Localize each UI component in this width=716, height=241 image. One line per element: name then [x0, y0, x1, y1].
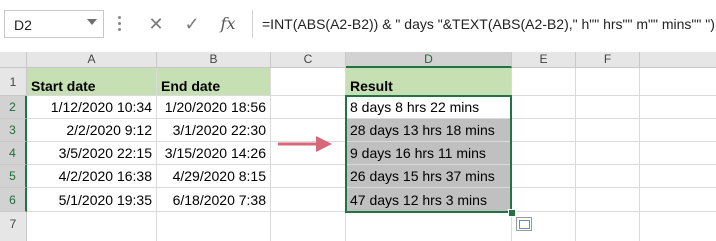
cell-f1[interactable] — [576, 68, 640, 96]
insert-function-button[interactable]: fx — [214, 10, 242, 38]
cell-g4[interactable] — [640, 142, 716, 165]
cell-g7[interactable] — [640, 212, 716, 241]
cell-a5[interactable]: 4/2/2020 16:38 — [27, 165, 157, 188]
cell-e6[interactable] — [512, 188, 576, 212]
row-header-6[interactable]: 6 — [0, 188, 27, 212]
column-header-b[interactable]: B — [157, 52, 271, 68]
column-header-blank[interactable] — [640, 52, 716, 68]
row-header-5[interactable]: 5 — [0, 165, 27, 188]
cell-g3[interactable] — [640, 119, 716, 142]
cell-c5[interactable] — [271, 165, 346, 188]
cell-f3[interactable] — [576, 119, 640, 142]
cell-b1[interactable]: End date — [157, 68, 271, 96]
name-box[interactable]: D2 — [4, 10, 104, 38]
cell-b6[interactable]: 6/18/2020 7:38 — [157, 188, 271, 212]
cell-f6[interactable] — [576, 188, 640, 212]
formula-bar: D2 ✕ ✓ fx =INT(ABS(A2-B2)) & " days "&TE… — [0, 0, 716, 60]
cell-a3[interactable]: 2/2/2020 9:12 — [27, 119, 157, 142]
drag-handle-icon[interactable] — [118, 16, 122, 32]
cell-e5[interactable] — [512, 165, 576, 188]
column-header-c[interactable]: C — [271, 52, 346, 68]
formula-bar-divider — [252, 10, 253, 38]
column-header-a[interactable]: A — [27, 52, 157, 68]
cell-f4[interactable] — [576, 142, 640, 165]
quick-analysis-icon-glyph — [519, 220, 530, 229]
row-header-7[interactable]: 7 — [0, 212, 27, 241]
quick-analysis-icon[interactable] — [516, 217, 532, 231]
cell-d7[interactable] — [346, 212, 512, 241]
fill-handle[interactable] — [508, 209, 516, 217]
cell-a1[interactable]: Start date — [27, 68, 157, 96]
cell-a4[interactable]: 3/5/2020 22:15 — [27, 142, 157, 165]
row-header-1[interactable]: 1 — [0, 68, 27, 96]
chevron-down-icon[interactable] — [87, 19, 97, 25]
cell-g1[interactable] — [640, 68, 716, 96]
cell-b7[interactable] — [157, 212, 271, 241]
cell-a6[interactable]: 5/1/2020 19:35 — [27, 188, 157, 212]
cell-f2[interactable] — [576, 96, 640, 119]
cell-e3[interactable] — [512, 119, 576, 142]
cell-e1[interactable] — [512, 68, 576, 96]
row-header-4[interactable]: 4 — [0, 142, 27, 165]
cell-d1[interactable]: Result — [346, 68, 512, 96]
select-all-corner[interactable] — [0, 52, 27, 68]
formula-input[interactable]: =INT(ABS(A2-B2)) & " days "&TEXT(ABS(A2-… — [262, 16, 715, 32]
cell-b4[interactable]: 3/15/2020 14:26 — [157, 142, 271, 165]
cell-b2[interactable]: 1/20/2020 18:56 — [157, 96, 271, 119]
cell-g5[interactable] — [640, 165, 716, 188]
cell-f5[interactable] — [576, 165, 640, 188]
cell-e2[interactable] — [512, 96, 576, 119]
cell-e4[interactable] — [512, 142, 576, 165]
column-header-d[interactable]: D — [346, 52, 512, 68]
cell-g2[interactable] — [640, 96, 716, 119]
cell-c7[interactable] — [271, 212, 346, 241]
enter-button[interactable]: ✓ — [178, 10, 206, 38]
selection-outline — [345, 95, 512, 213]
cell-c2[interactable] — [271, 96, 346, 119]
cancel-button[interactable]: ✕ — [142, 10, 170, 38]
row-header-2[interactable]: 2 — [0, 96, 27, 119]
column-header-e[interactable]: E — [512, 52, 576, 68]
cell-c1[interactable] — [271, 68, 346, 96]
cell-b3[interactable]: 3/1/2020 22:30 — [157, 119, 271, 142]
right-arrow-icon — [278, 136, 332, 152]
row-header-3[interactable]: 3 — [0, 119, 27, 142]
cell-c6[interactable] — [271, 188, 346, 212]
cell-a2[interactable]: 1/12/2020 10:34 — [27, 96, 157, 119]
name-box-value[interactable]: D2 — [14, 17, 32, 33]
cell-a7[interactable] — [27, 212, 157, 241]
cell-f7[interactable] — [576, 212, 640, 241]
column-header-f[interactable]: F — [576, 52, 640, 68]
cell-g6[interactable] — [640, 188, 716, 212]
cell-b5[interactable]: 4/29/2020 8:15 — [157, 165, 271, 188]
